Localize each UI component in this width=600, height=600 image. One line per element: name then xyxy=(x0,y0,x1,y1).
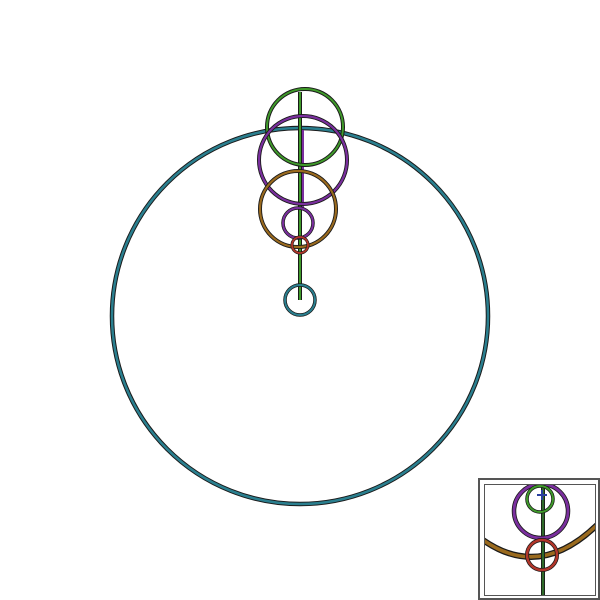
minimap-marker-icon xyxy=(537,490,547,500)
minimap-green-ring-icon xyxy=(525,485,555,514)
minimap-view xyxy=(484,484,596,596)
minimap-frame-icon[interactable] xyxy=(478,478,600,600)
rod-icon xyxy=(298,92,304,300)
